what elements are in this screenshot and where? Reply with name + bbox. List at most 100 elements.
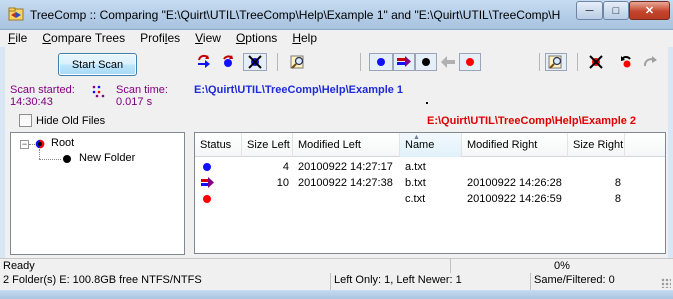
right-path-label: E:\Quirt\UTIL\TreeComp\Help\Example 2 (427, 115, 637, 127)
column-modified-left[interactable]: Modified Left (293, 133, 400, 157)
maximize-button[interactable]: □ (603, 1, 629, 20)
status-bar-bottom: 2 Folder(s) E: 100.8GB free NTFS/NTFS Le… (0, 273, 673, 290)
find-icon[interactable] (289, 53, 307, 71)
menu-view[interactable]: View (187, 30, 228, 47)
folders-info: 2 Folder(s) E: 100.8GB free NTFS/NTFS (0, 273, 331, 290)
cell-size-left: 4 (282, 161, 289, 173)
menu-view-label: iew (202, 31, 221, 45)
same-filter-icon (422, 58, 430, 66)
main-client: Start Scan Scan started: 14:30:43 Scan t… (5, 47, 668, 258)
root-status-icon (35, 139, 45, 149)
right-only-status-icon (203, 195, 211, 203)
cell-name: b.txt (405, 177, 426, 189)
left-only-filter-button[interactable] (369, 53, 393, 71)
table-row[interactable]: 10 20100922 14:27:38 b.txt 20100922 14:2… (195, 175, 665, 191)
same-filter-button[interactable] (415, 53, 437, 71)
column-size-left[interactable]: Size Left (242, 133, 293, 157)
clear-filter-icon[interactable] (587, 53, 605, 71)
column-modified-right[interactable]: Modified Right (462, 133, 568, 157)
close-icon: ✕ (644, 5, 655, 17)
menu-view-accel: V (195, 31, 203, 45)
menu-profiles-post: es (167, 31, 181, 45)
left-path-label: E:\Quirt\UTIL\TreeComp\Help\Example 1 (194, 84, 404, 96)
hide-old-files-label: Hide Old Files (36, 114, 106, 127)
close-button[interactable]: ✕ (629, 1, 670, 20)
toolbar-separator (277, 53, 278, 71)
left-newer-filter-button[interactable] (393, 53, 415, 71)
file-list-header: Status Size Left Modified Left ▲ Name Mo… (195, 133, 665, 157)
minimize-button[interactable]: ─ (576, 1, 603, 20)
minimize-icon: ─ (585, 4, 594, 17)
cell-size-left: 10 (276, 177, 289, 189)
same-filtered-count: Same/Filtered: 0 (534, 274, 615, 286)
tree-item-new-folder[interactable]: New Folder (79, 152, 135, 164)
cell-modified-right: 20100922 14:26:28 (467, 177, 562, 189)
tree-root-label[interactable]: Root (51, 137, 74, 149)
menu-profiles-pre: Profi (140, 31, 165, 45)
maximize-icon: □ (612, 4, 620, 17)
redo-icon[interactable] (641, 53, 659, 71)
menu-profiles[interactable]: Profiles (132, 30, 187, 47)
cell-size-right (568, 159, 621, 175)
menu-help-label: elp (300, 31, 317, 45)
menu-compare-label: ompare Trees (51, 31, 126, 45)
window-title: TreeComp :: Comparing "E:\Quirt\UTIL\Tre… (30, 8, 560, 22)
right-only-filter-button[interactable] (459, 53, 481, 71)
toolbar-separator (360, 53, 361, 71)
folder-tree[interactable]: − Root New Folder (10, 132, 185, 255)
menu-help[interactable]: Help (284, 30, 324, 47)
tree-connector-v (39, 149, 40, 159)
same-status-icon (63, 155, 71, 163)
scan-cross-toggle[interactable] (243, 53, 267, 71)
table-row[interactable]: 4 20100922 14:27:17 a.txt (195, 159, 665, 175)
find-right-icon (548, 55, 562, 69)
menu-compare-accel: C (42, 31, 52, 45)
column-size-right[interactable]: Size Right (568, 133, 625, 157)
cell-name: a.txt (405, 161, 426, 173)
progress-text: 0% (554, 260, 570, 272)
cell-size-right: 8 (614, 193, 621, 205)
scan-time-label: Scan time: (116, 84, 168, 96)
menu-options[interactable]: Options (228, 30, 284, 47)
start-scan-button[interactable]: Start Scan (58, 53, 137, 76)
hide-old-files-checkbox[interactable]: Hide Old Files (19, 114, 105, 127)
refresh-left-icon[interactable] (195, 53, 213, 71)
left-newer-status-icon (201, 177, 214, 188)
sort-ascending-icon: ▲ (413, 134, 420, 141)
menu-bar: File Compare Trees Profiles View Options… (0, 30, 673, 47)
status-text: Ready (0, 259, 451, 273)
table-row[interactable]: c.txt 20100922 14:26:59 8 (195, 191, 665, 207)
left-newer-filter-icon (397, 56, 411, 67)
toolbar-separator (577, 53, 578, 71)
menu-options-label: ptions (245, 31, 278, 45)
title-bar: TreeComp :: Comparing "E:\Quirt\UTIL\Tre… (0, 0, 673, 30)
file-list[interactable]: Status Size Left Modified Left ▲ Name Mo… (194, 132, 666, 254)
column-name[interactable]: ▲ Name (400, 133, 462, 157)
window-frame-bottom (0, 290, 673, 299)
cell-name: c.txt (405, 193, 426, 205)
menu-file[interactable]: File (0, 30, 34, 47)
undo-icon[interactable] (617, 53, 635, 71)
cell-modified-left: 20100922 14:27:17 (298, 161, 393, 173)
cell-size-right: 8 (614, 177, 621, 189)
checkbox-box[interactable] (19, 114, 32, 127)
menu-help-accel: H (292, 31, 301, 45)
column-status[interactable]: Status (195, 133, 242, 157)
menu-options-accel: O (235, 31, 246, 45)
collapse-icon[interactable]: − (20, 140, 29, 149)
scan-time-value: 0.017 s (116, 96, 153, 108)
toolbar-separator (539, 53, 540, 71)
left-only-filter-icon (377, 58, 385, 66)
cell-modified-left: 20100922 14:27:38 (298, 177, 393, 189)
left-only-status-icon (203, 163, 211, 171)
menu-compare-trees[interactable]: Compare Trees (34, 30, 132, 47)
right-newer-filter-button[interactable] (439, 53, 457, 71)
find-right-button[interactable] (545, 53, 567, 71)
scan-status-icon (92, 85, 105, 98)
cell-modified-right: 20100922 14:26:59 (467, 193, 562, 205)
right-only-filter-icon (466, 58, 474, 66)
refresh-icon[interactable] (219, 53, 237, 71)
resize-grip-icon[interactable] (661, 278, 671, 288)
app-icon (8, 7, 24, 21)
tree-connector-child (39, 159, 61, 160)
